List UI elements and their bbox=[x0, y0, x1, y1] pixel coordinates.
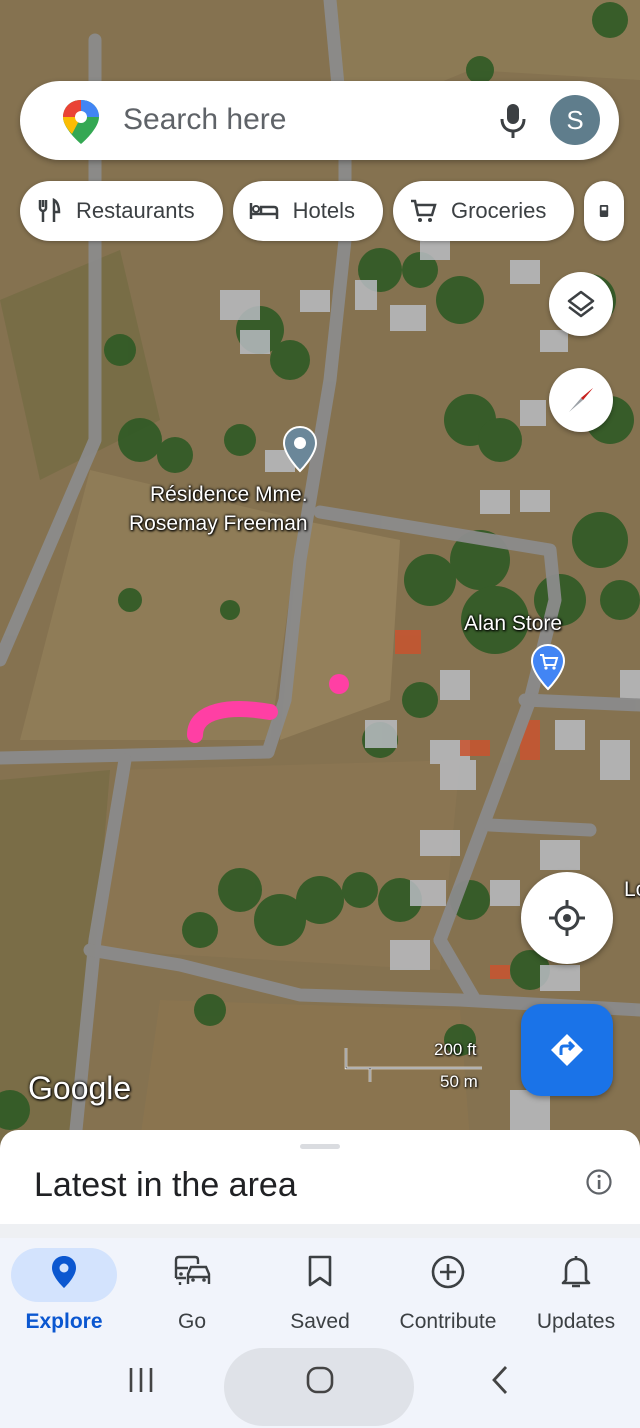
microphone-icon[interactable] bbox=[496, 101, 530, 141]
back-icon[interactable] bbox=[488, 1364, 512, 1396]
nav-saved[interactable]: Saved bbox=[256, 1238, 384, 1338]
sheet-title: Latest in the area bbox=[34, 1166, 297, 1204]
place-pin-icon[interactable] bbox=[282, 425, 318, 473]
map-view[interactable]: Résidence Mme. Rosemay Freeman Alan Stor… bbox=[0, 0, 640, 1140]
chip-gas-partial[interactable] bbox=[584, 181, 625, 241]
category-chips: Restaurants Hotels Groceries bbox=[20, 181, 625, 241]
nav-explore-label: Explore bbox=[25, 1310, 103, 1333]
crosshair-location-icon bbox=[549, 900, 585, 936]
chip-groceries-label: Groceries bbox=[450, 198, 547, 223]
nav-updates[interactable]: Updates bbox=[512, 1238, 640, 1338]
chip-restaurants-label: Restaurants bbox=[76, 198, 195, 223]
nav-go-label: Go bbox=[177, 1310, 206, 1333]
chip-hotels-label: Hotels bbox=[292, 198, 355, 223]
directions-icon bbox=[551, 1034, 583, 1066]
scale-imperial: 200 ft bbox=[434, 1040, 477, 1059]
commute-icon bbox=[174, 1255, 211, 1285]
recent-apps-icon[interactable] bbox=[126, 1364, 156, 1396]
nav-go[interactable]: Go bbox=[128, 1238, 256, 1338]
info-icon[interactable] bbox=[585, 1168, 613, 1196]
bottom-navigation: Explore Go Saved Contribute Updates bbox=[0, 1238, 640, 1338]
bed-icon bbox=[249, 203, 278, 219]
shopping-pin-icon[interactable] bbox=[530, 643, 566, 691]
chip-restaurants[interactable]: Restaurants bbox=[20, 181, 223, 241]
edge-place-label[interactable]: Lo bbox=[624, 878, 640, 902]
home-icon[interactable] bbox=[304, 1364, 336, 1396]
add-circle-icon bbox=[431, 1255, 465, 1289]
search-input[interactable]: Search here bbox=[123, 103, 286, 137]
nav-saved-label: Saved bbox=[290, 1310, 350, 1333]
account-avatar[interactable]: S bbox=[550, 95, 600, 145]
directions-button[interactable] bbox=[521, 1004, 613, 1096]
compass-icon bbox=[569, 388, 593, 412]
fork-knife-icon bbox=[38, 198, 61, 222]
chip-hotels[interactable]: Hotels bbox=[232, 181, 383, 241]
gas-station-icon bbox=[600, 205, 609, 217]
nav-contribute[interactable]: Contribute bbox=[384, 1238, 512, 1338]
pink-dot-marker bbox=[329, 674, 349, 694]
nav-explore[interactable]: Explore bbox=[0, 1238, 128, 1338]
bell-icon bbox=[561, 1256, 591, 1288]
google-attribution: Google bbox=[28, 1070, 132, 1106]
bookmark-icon bbox=[308, 1255, 332, 1287]
cart-icon bbox=[410, 199, 437, 222]
scale-metric: 50 m bbox=[440, 1072, 478, 1091]
sheet-drag-handle[interactable] bbox=[300, 1144, 340, 1149]
my-location-button[interactable] bbox=[521, 872, 613, 964]
store-label[interactable]: Alan Store bbox=[464, 612, 562, 636]
map-scale: 200 ft 50 m bbox=[342, 1040, 482, 1091]
compass-button[interactable] bbox=[549, 368, 613, 432]
maps-logo-icon bbox=[63, 100, 99, 144]
place-label-line1[interactable]: Résidence Mme. bbox=[150, 483, 308, 507]
satellite-terrain bbox=[0, 0, 640, 1140]
explore-pin-icon bbox=[52, 1256, 76, 1288]
search-bar[interactable]: Search here S bbox=[20, 81, 619, 160]
sheet-divider bbox=[0, 1224, 640, 1238]
system-navigation-bar bbox=[0, 1338, 640, 1428]
place-label-line2[interactable]: Rosemay Freeman bbox=[129, 512, 308, 536]
chip-groceries[interactable]: Groceries bbox=[392, 181, 575, 241]
layers-icon bbox=[567, 290, 595, 318]
layers-button[interactable] bbox=[549, 272, 613, 336]
nav-contribute-label: Contribute bbox=[399, 1310, 497, 1333]
nav-updates-label: Updates bbox=[536, 1310, 616, 1333]
